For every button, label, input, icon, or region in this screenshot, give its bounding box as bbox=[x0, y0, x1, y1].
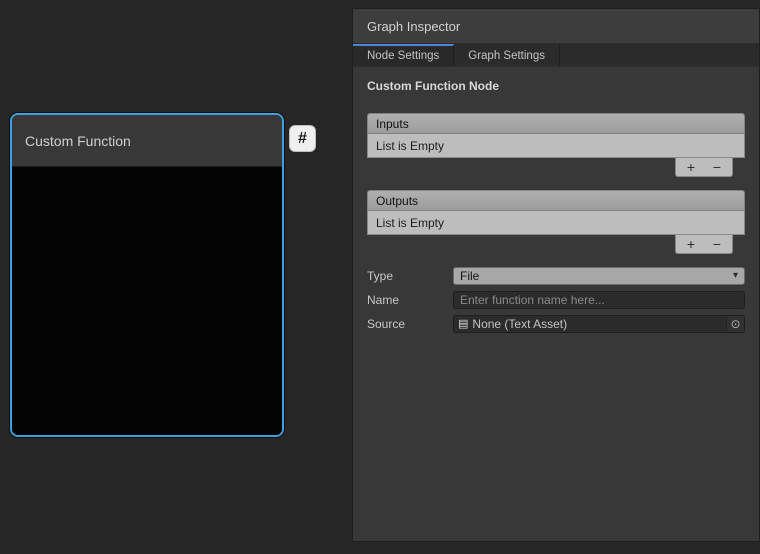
inspector-title: Graph Inspector bbox=[367, 19, 460, 34]
type-label: Type bbox=[367, 269, 453, 283]
inspector-titlebar[interactable]: Graph Inspector bbox=[353, 9, 759, 44]
type-row: Type File ▾ bbox=[367, 267, 745, 285]
type-dropdown-value: File bbox=[460, 269, 733, 283]
name-label: Name bbox=[367, 293, 453, 307]
outputs-list-title: Outputs bbox=[376, 194, 418, 208]
outputs-list-footer-row: + − bbox=[367, 235, 745, 254]
chevron-down-icon: ▾ bbox=[733, 271, 738, 281]
object-picker-icon[interactable]: ⊙ bbox=[726, 316, 744, 332]
node-settings-heading: Custom Function Node bbox=[367, 79, 745, 93]
inputs-list-body: List is Empty bbox=[367, 134, 745, 158]
text-asset-icon: ▤ bbox=[458, 319, 468, 330]
source-row: Source ▤ None (Text Asset) ⊙ bbox=[367, 315, 745, 333]
function-name-input[interactable] bbox=[453, 291, 745, 309]
node-body bbox=[12, 167, 282, 437]
source-label: Source bbox=[367, 317, 453, 331]
tab-node-settings[interactable]: Node Settings bbox=[353, 44, 454, 66]
node-title: Custom Function bbox=[25, 133, 131, 149]
outputs-list-footer: + − bbox=[675, 235, 733, 254]
tab-graph-settings-label: Graph Settings bbox=[468, 50, 545, 62]
hash-icon: # bbox=[298, 130, 307, 148]
inputs-add-button[interactable]: + bbox=[680, 159, 702, 176]
graph-canvas[interactable]: Custom Function # Graph Inspector Node S… bbox=[0, 0, 760, 554]
graph-inspector-panel: Graph Inspector Node Settings Graph Sett… bbox=[352, 8, 760, 542]
outputs-add-button[interactable]: + bbox=[680, 236, 702, 253]
inspector-tabbar: Node Settings Graph Settings bbox=[353, 44, 759, 67]
node-hash-badge[interactable]: # bbox=[289, 125, 316, 152]
outputs-empty-label: List is Empty bbox=[376, 216, 444, 230]
source-object-value: None (Text Asset) bbox=[472, 317, 726, 331]
inputs-list-footer-row: + − bbox=[367, 158, 745, 177]
node-header[interactable]: Custom Function bbox=[12, 115, 282, 167]
node-fields: Type File ▾ Name Source ▤ None (Text Ass… bbox=[367, 267, 745, 333]
source-object-field[interactable]: ▤ None (Text Asset) ⊙ bbox=[453, 315, 745, 333]
type-dropdown[interactable]: File ▾ bbox=[453, 267, 745, 285]
tab-node-settings-label: Node Settings bbox=[367, 50, 439, 62]
inputs-empty-label: List is Empty bbox=[376, 139, 444, 153]
outputs-list: Outputs List is Empty + − bbox=[367, 190, 745, 254]
inputs-list: Inputs List is Empty + − bbox=[367, 113, 745, 177]
name-row: Name bbox=[367, 291, 745, 309]
tab-graph-settings[interactable]: Graph Settings bbox=[454, 44, 560, 66]
inputs-list-header: Inputs bbox=[367, 113, 745, 134]
outputs-list-body: List is Empty bbox=[367, 211, 745, 235]
custom-function-node[interactable]: Custom Function bbox=[10, 113, 284, 437]
inputs-list-title: Inputs bbox=[376, 117, 409, 131]
inspector-content: Custom Function Node Inputs List is Empt… bbox=[353, 67, 759, 541]
outputs-list-header: Outputs bbox=[367, 190, 745, 211]
outputs-remove-button[interactable]: − bbox=[706, 236, 728, 253]
inputs-remove-button[interactable]: − bbox=[706, 159, 728, 176]
inputs-list-footer: + − bbox=[675, 158, 733, 177]
